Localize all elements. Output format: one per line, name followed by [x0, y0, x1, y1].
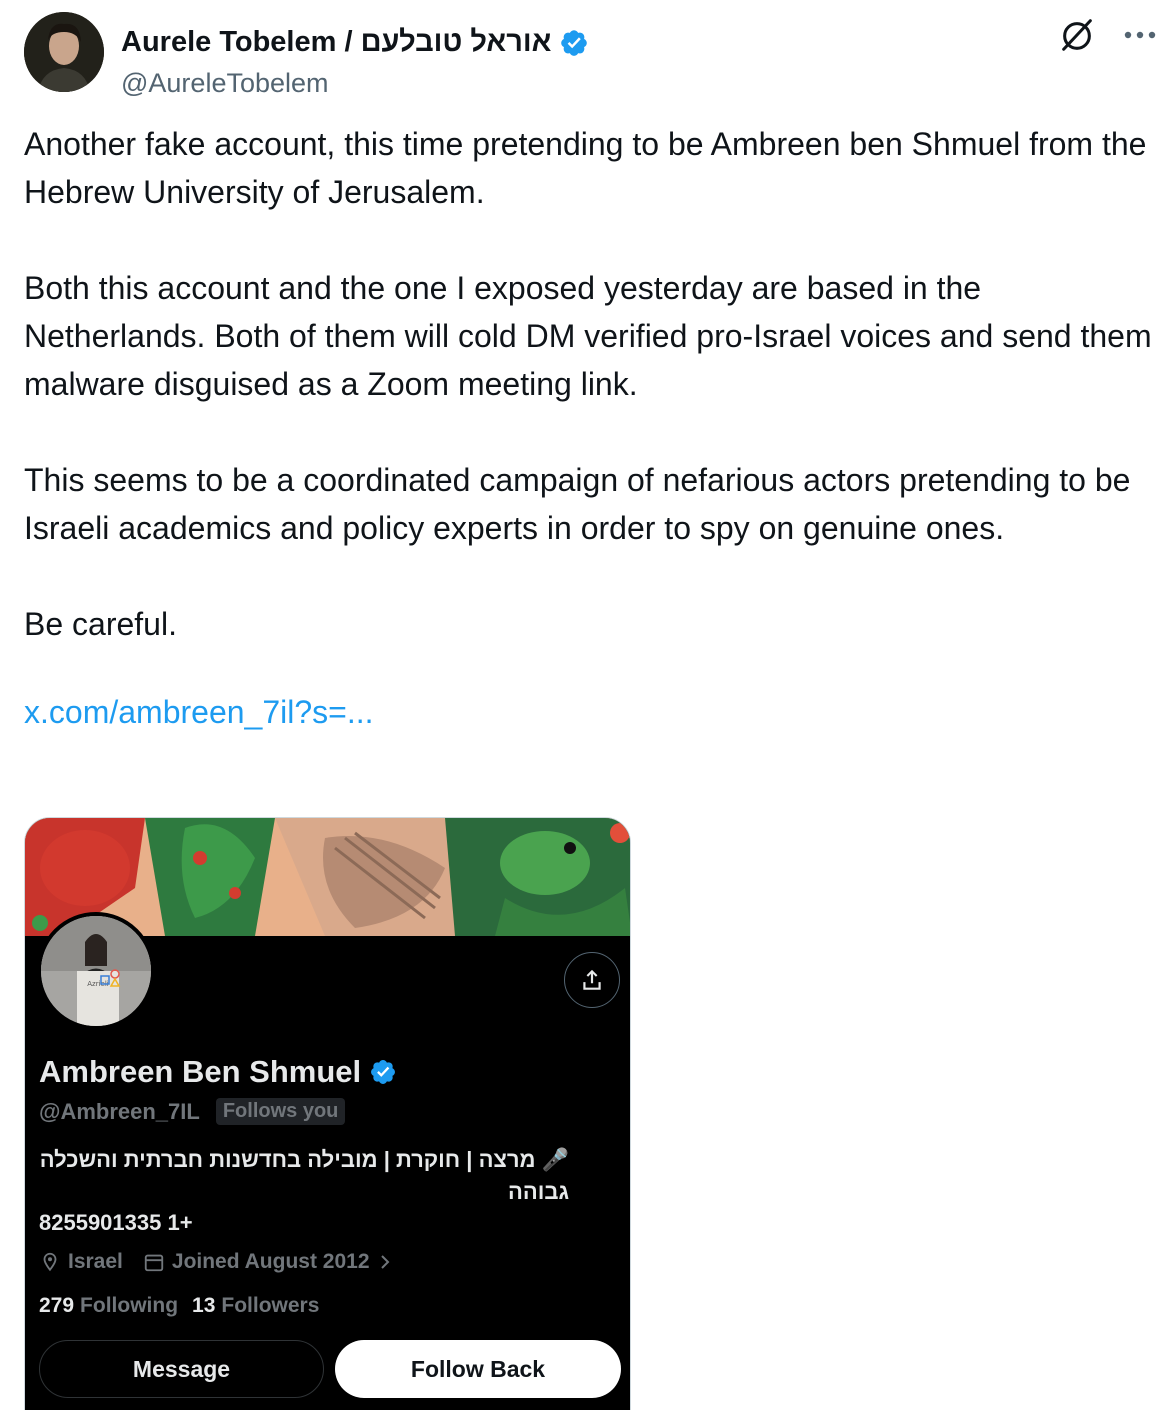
profile-display-name: Ambreen Ben Shmuel: [39, 1054, 362, 1089]
profile-phone: 8255901335 1+: [39, 1210, 193, 1235]
tweet-header: Aurele Tobelem / אוראל טובלעם @AureleTob…: [24, 12, 1160, 98]
grok-icon[interactable]: [1058, 16, 1096, 54]
tweet-link[interactable]: x.com/ambreen_7il?s=...: [24, 688, 1164, 736]
tweet-paragraph: Another fake account, this time pretendi…: [24, 126, 1147, 210]
profile-screenshot[interactable]: Azrieli Ambreen Ben Shmuel @Ambreen_7IL …: [24, 817, 631, 1410]
author-display-name[interactable]: Aurele Tobelem / אוראל טובלעם: [121, 26, 551, 59]
calendar-icon: [144, 1254, 164, 1272]
profile-name-row: Ambreen Ben Shmuel: [39, 1054, 397, 1090]
follows-you-badge: Follows you: [215, 1098, 346, 1125]
followers-label[interactable]: Followers: [221, 1294, 319, 1318]
location-icon: [43, 1252, 57, 1272]
tweet-text: Another fake account, this time pretendi…: [24, 120, 1164, 736]
profile-stats: 279 Following 13 Followers: [39, 1294, 333, 1318]
share-icon: [583, 969, 601, 990]
following-label[interactable]: Following: [80, 1294, 178, 1318]
profile-joined: Joined August 2012: [171, 1250, 370, 1273]
more-icon[interactable]: [1120, 18, 1160, 52]
profile-bio: 🎤 מרצה | חוקרת | מובילה בחדשנות חברתית ו…: [39, 1147, 569, 1204]
profile-meta: Israel Joined August 2012: [39, 1250, 394, 1274]
following-count[interactable]: 279: [39, 1294, 74, 1318]
profile-avatar[interactable]: Azrieli: [37, 912, 155, 1030]
tweet-paragraph: Be careful.: [24, 606, 177, 642]
chevron-right-icon[interactable]: [376, 1251, 394, 1273]
profile-location: Israel: [68, 1250, 123, 1273]
author-avatar[interactable]: [24, 12, 104, 92]
verified-badge-icon: [561, 29, 588, 56]
profile-handle: @Ambreen_7IL: [39, 1098, 200, 1124]
follow-back-button[interactable]: Follow Back: [335, 1340, 621, 1398]
message-button[interactable]: Message: [39, 1340, 324, 1398]
tweet-paragraph: This seems to be a coordinated campaign …: [24, 462, 1131, 546]
author-name-row[interactable]: Aurele Tobelem / אוראל טובלעם: [121, 26, 589, 59]
profile-handle-row: @Ambreen_7IL Follows you: [39, 1098, 346, 1125]
followers-count[interactable]: 13: [192, 1294, 215, 1318]
tweet-paragraph: Both this account and the one I exposed …: [24, 270, 1152, 402]
verified-badge-icon: [371, 1060, 396, 1084]
share-button[interactable]: [564, 952, 620, 1008]
author-handle[interactable]: @AureleTobelem: [121, 68, 329, 99]
